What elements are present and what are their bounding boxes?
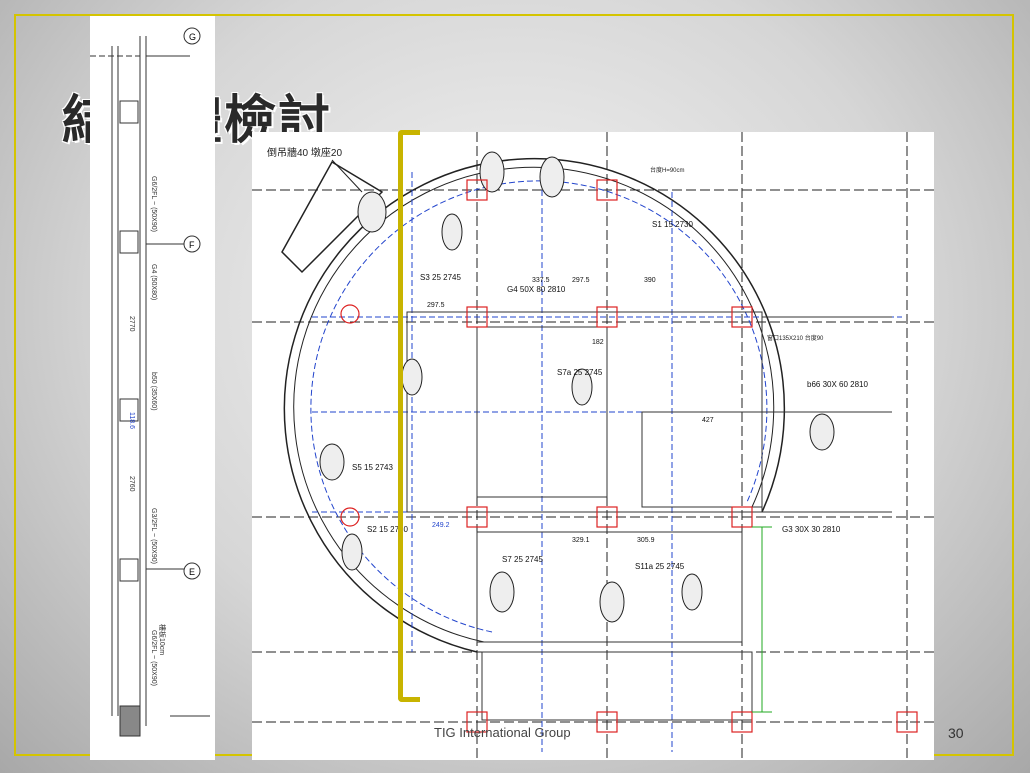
section-annotation: G4 (50X80) <box>150 264 157 300</box>
highlight-bracket <box>398 130 420 702</box>
dimension-label: 337.5 <box>532 277 550 284</box>
note-window: 窗口135X210 台度90 <box>767 334 824 342</box>
section-annotation: 118.6 <box>128 412 135 429</box>
beam-label: G3 30X 30 2810 <box>782 525 841 534</box>
dimension-label: 182 <box>592 339 604 346</box>
axis-f-label: F <box>189 240 195 250</box>
axis-e-label: E <box>189 567 195 577</box>
dimension-label: 427 <box>702 417 714 424</box>
slab-label: S3 25 2745 <box>420 273 461 282</box>
floor-plan-svg: S7a 25 2745 S3 25 2745 S11a 25 2745 S1 1… <box>252 132 934 760</box>
section-annotation: G6/2FL ~ (50X90) <box>150 630 157 686</box>
section-drawing: G F E G6/2FL ~ (50X90) G4 (50X80) b50 (3… <box>90 16 215 760</box>
page-number: 30 <box>948 725 964 741</box>
slab-label: S1 15 2730 <box>652 220 693 229</box>
dimension-label: 305.9 <box>637 537 655 544</box>
dimension-label: 329.1 <box>572 537 590 544</box>
section-annotation: G6/2FL ~ (50X90) <box>150 176 157 232</box>
dimension-label: 297.5 <box>572 277 590 284</box>
dimension-label: 390 <box>644 277 656 284</box>
note-sill-height: 台度H=90cm <box>650 166 685 174</box>
section-annotation: 2760 <box>128 476 135 492</box>
beam-label: G4 50X 80 2810 <box>507 285 566 294</box>
section-annotation: b50 (35X60) <box>150 372 157 411</box>
footer-text: TIG International Group <box>434 725 571 740</box>
slab-label: S7 25 2745 <box>502 555 543 564</box>
slab-label: S11a 25 2745 <box>635 562 685 571</box>
note-inverted-wall: 倒吊牆40 墩座20 <box>267 146 342 159</box>
dimension-label: 249.2 <box>432 522 450 529</box>
axis-g-label: G <box>189 32 196 42</box>
section-annotation: G3/2FL ~ (50X90) <box>150 508 157 564</box>
section-annotation: 樓板10cm <box>158 624 167 655</box>
slab-label: S7a 25 2745 <box>557 368 603 377</box>
slab-label: S5 15 2743 <box>352 463 393 472</box>
floor-plan: S7a 25 2745 S3 25 2745 S11a 25 2745 S1 1… <box>252 132 934 760</box>
beam-label: b66 30X 60 2810 <box>807 380 868 389</box>
section-annotation: 2770 <box>128 316 135 332</box>
dimension-label: 297.5 <box>427 302 445 309</box>
section-drawing-svg: G F E G6/2FL ~ (50X90) G4 (50X80) b50 (3… <box>90 27 210 737</box>
